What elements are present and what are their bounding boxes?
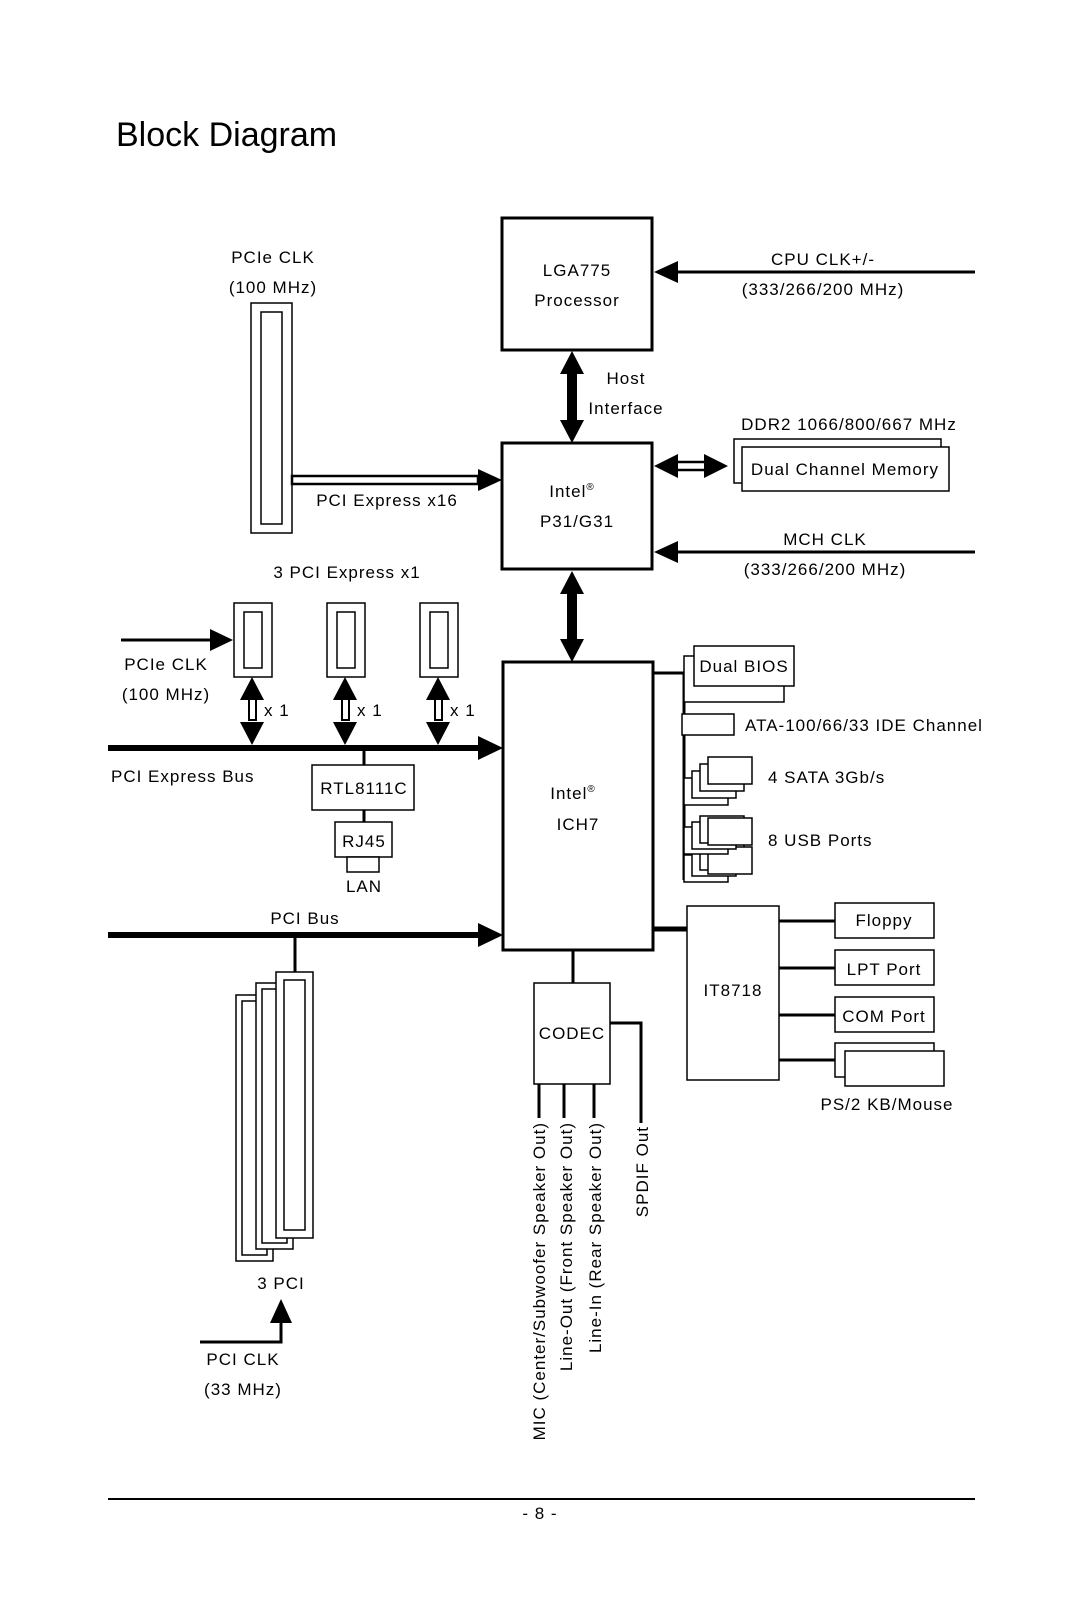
pcie-x1-slot-2: x 1	[326, 602, 383, 745]
page-number: - 8 -	[522, 1504, 557, 1523]
pci-clk-arrow-icon	[270, 1299, 292, 1323]
cpu-clk-label: CPU CLK+/-	[771, 250, 875, 269]
mch-clk-arrow-icon	[654, 541, 678, 563]
pcie-x1-title: 3 PCI Express x1	[273, 563, 420, 582]
pcie-x1-slot-3: x 1	[419, 602, 476, 745]
lan-label: LAN	[346, 877, 382, 896]
cpu-label-2: Processor	[534, 291, 620, 310]
pcie-clk-top-label: PCIe CLK	[231, 248, 315, 267]
memory-speed: DDR2 1066/800/667 MHz	[741, 415, 957, 434]
pcie-bus-label: PCI Express Bus	[111, 767, 255, 786]
lane-label: x 1	[264, 701, 290, 720]
cpu-clk-freq: (333/266/200 MHz)	[742, 280, 905, 299]
mch-label-2: P31/G31	[540, 512, 614, 531]
cpu-label-1: LGA775	[543, 261, 611, 280]
codec-output-line-in: Line-In (Rear Speaker Out)	[586, 1122, 605, 1353]
mch-clk-label: MCH CLK	[783, 530, 867, 549]
pcie-clk-top-freq: (100 MHz)	[229, 278, 317, 297]
pcie-bus-arrow-icon	[478, 736, 503, 760]
up-arrow-icon	[560, 351, 584, 374]
pcie-x1-slot-1: x 1	[233, 602, 290, 745]
lan-chip-label: RTL8111C	[320, 779, 407, 798]
codec-output-spdif: SPDIF Out	[633, 1126, 652, 1217]
rj45-label: RJ45	[342, 832, 386, 851]
lan-block: RTL8111C RJ45 LAN	[311, 748, 415, 896]
codec-label: CODEC	[539, 1024, 605, 1043]
floppy-label: Floppy	[855, 911, 912, 930]
superio-block: IT8718 Floppy LPT Port COM Port PS/2 KB/…	[653, 902, 953, 1114]
pci-bus-label: PCI Bus	[270, 909, 339, 928]
pci-clk-freq: (33 MHz)	[204, 1380, 282, 1399]
pci-bus: PCI Bus	[108, 909, 503, 972]
pcie-x16-arrow-icon	[478, 469, 502, 491]
host-label-2: Interface	[588, 399, 663, 418]
up-arrow-icon	[560, 571, 584, 594]
ps2-label: PS/2 KB/Mouse	[820, 1095, 953, 1114]
host-label-1: Host	[607, 369, 646, 388]
down-arrow-icon	[560, 639, 584, 662]
mch-ich-link	[560, 571, 584, 662]
pci-slots: 3 PCI PCI CLK (33 MHz)	[200, 971, 314, 1399]
codec-block: CODEC MIC (Center/Subwoofer Speaker Out)…	[530, 950, 652, 1440]
down-arrow-icon	[560, 420, 584, 443]
memory-label: Dual Channel Memory	[751, 460, 939, 479]
pci-bus-arrow-icon	[478, 923, 503, 947]
sata-label: 4 SATA 3Gb/s	[768, 768, 885, 787]
pcie-x1-slots: 3 PCI Express x1 PCIe CLK (100 MHz) x 1 …	[121, 563, 476, 745]
pcie-clk-left-label: PCIe CLK	[124, 655, 208, 674]
ich-peripherals: Dual BIOS ATA-100/66/33 IDE Channel 4 SA…	[653, 645, 983, 883]
codec-output-line-out: Line-Out (Front Speaker Out)	[557, 1122, 576, 1371]
com-label: COM Port	[842, 1007, 926, 1026]
page-title: Block Diagram	[116, 116, 337, 154]
pci-clk-label: PCI CLK	[206, 1350, 279, 1369]
codec-output-mic: MIC (Center/Subwoofer Speaker Out)	[530, 1122, 549, 1440]
ich-label-2: ICH7	[557, 815, 600, 834]
lpt-label: LPT Port	[847, 960, 922, 979]
usb-label: 8 USB Ports	[768, 831, 873, 850]
ide-connector-icon	[681, 713, 735, 736]
host-interface: Host Interface	[560, 351, 663, 443]
memory-block: DDR2 1066/800/667 MHz Dual Channel Memor…	[654, 415, 957, 492]
ide-label: ATA-100/66/33 IDE Channel	[745, 716, 983, 735]
cpu-clock: CPU CLK+/- (333/266/200 MHz)	[654, 250, 975, 299]
pci-slots-label: 3 PCI	[257, 1274, 305, 1293]
dual-bios-label: Dual BIOS	[699, 657, 788, 676]
cpu-clk-arrow-icon	[654, 261, 678, 283]
lane-label: x 1	[450, 701, 476, 720]
pcie-clk-left-freq: (100 MHz)	[122, 685, 210, 704]
ich-block: Intel® ICH7	[501, 660, 655, 952]
rj45-port-icon	[346, 856, 380, 873]
pcie-x16-label: PCI Express x16	[316, 491, 458, 510]
mch-block: Intel® P31/G31	[500, 441, 654, 571]
cpu-block: LGA775 Processor	[500, 216, 654, 352]
pcie-bus: PCI Express Bus	[108, 736, 503, 786]
memory-arrow-right-icon	[704, 454, 728, 478]
memory-arrow-left-icon	[654, 454, 678, 478]
mch-clock: MCH CLK (333/266/200 MHz)	[654, 530, 975, 579]
mch-clk-freq: (333/266/200 MHz)	[744, 560, 907, 579]
superio-label: IT8718	[704, 981, 763, 1000]
block-diagram: Block Diagram LGA775 Processor CPU CLK+/…	[108, 116, 983, 1523]
pcie-x16-slot: PCIe CLK (100 MHz) PCI Express x16	[229, 248, 502, 534]
lane-label: x 1	[357, 701, 383, 720]
pcie-clk-arrow-icon	[210, 629, 233, 651]
